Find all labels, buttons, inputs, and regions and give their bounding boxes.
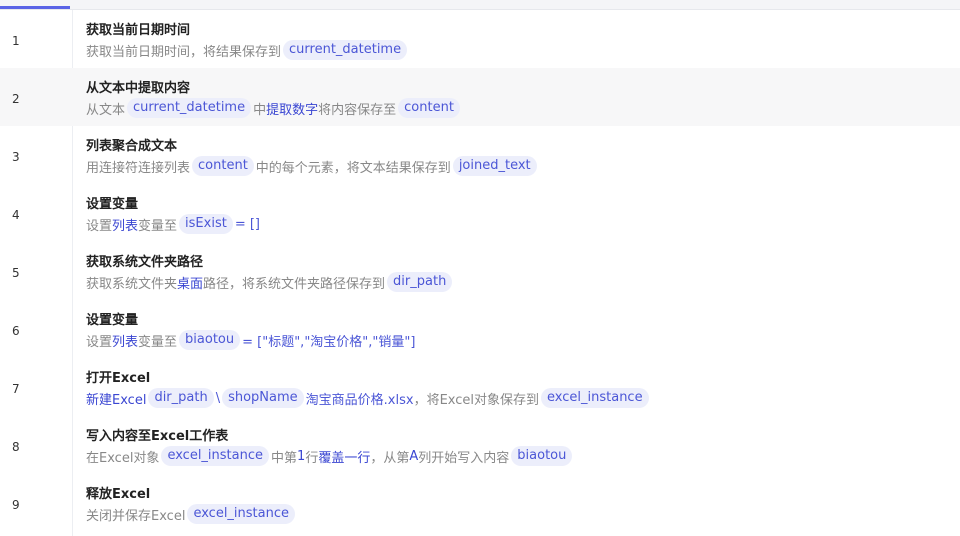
- step-title: 设置变量: [86, 197, 139, 212]
- description-text: ，从第: [370, 450, 410, 466]
- step-title: 获取系统文件夹路径: [86, 255, 204, 270]
- step-number: 6: [12, 324, 20, 338]
- top-bar: [0, 0, 960, 10]
- variable-chip[interactable]: content: [192, 156, 254, 176]
- description-text: 关闭并保存Excel: [86, 508, 186, 524]
- step-title: 列表聚合成文本: [86, 139, 178, 154]
- description-text: 变量至: [138, 218, 178, 234]
- parameter-link[interactable]: 1: [297, 449, 305, 464]
- description-text: 从文本: [86, 102, 126, 118]
- parameter-link[interactable]: 列表: [112, 215, 138, 234]
- description-text: 设置: [86, 334, 113, 350]
- literal-value: 淘宝商品价格.xlsx: [305, 392, 414, 408]
- step-description: 设置 列表 变量至 biaotou = ["标题","淘宝价格","销量"]: [86, 330, 415, 350]
- variable-chip[interactable]: excel_instance: [187, 504, 296, 524]
- variable-chip[interactable]: isExist: [179, 214, 233, 234]
- variable-chip[interactable]: dir_path: [148, 388, 214, 408]
- parameter-link[interactable]: 新建Excel: [86, 389, 146, 408]
- step-title: 写入内容至Excel工作表: [86, 429, 229, 444]
- step-title: 打开Excel: [86, 371, 151, 386]
- step-number: 5: [12, 266, 20, 280]
- description-text: 变量至: [138, 334, 178, 350]
- description-text: ，将Excel对象保存到: [413, 392, 540, 408]
- flow-step[interactable]: 1 获取当前日期时间获取当前日期时间，将结果保存到 current_datetime: [0, 10, 960, 68]
- step-number: 4: [12, 208, 20, 222]
- variable-chip[interactable]: excel_instance: [541, 388, 649, 408]
- step-description: 获取系统文件夹 桌面 路径，将系统文件夹路径保存到 dir_path: [86, 272, 454, 292]
- flow-step[interactable]: 7 打开Excel 新建Excel dir_path \ shopName 淘宝商品价格.x…: [0, 358, 960, 416]
- step-description: 从文本 current_datetime 中提取数字 将内容保存至 content: [86, 98, 462, 118]
- variable-chip[interactable]: excel_instance: [161, 446, 270, 466]
- flow-step[interactable]: 6 设置变量设置 列表 变量至 biaotou = ["标题","淘宝价格","销量"]: [0, 300, 960, 358]
- flow-step[interactable]: 9 释放Excel 关闭并保存Excel excel_instance: [0, 474, 960, 532]
- step-number: 8: [12, 440, 20, 454]
- literal-value: = ["标题","淘宝价格","销量"]: [242, 334, 416, 350]
- step-number: 7: [12, 382, 20, 396]
- description-text: 中的每个元素，将文本结果保存到: [255, 160, 451, 176]
- flow-step[interactable]: 4 设置变量设置 列表 变量至 isExist = []: [0, 184, 960, 242]
- step-description: 获取当前日期时间，将结果保存到 current_datetime: [86, 40, 409, 60]
- variable-chip[interactable]: content: [398, 98, 460, 118]
- step-description: 用连接符连接列表 content 中的每个元素，将文本结果保存到 joined_tex…: [86, 156, 539, 176]
- description-text: 用连接符连接列表: [86, 160, 191, 176]
- parameter-link[interactable]: 覆盖一行: [318, 447, 370, 466]
- step-number: 1: [12, 34, 20, 48]
- literal-value: \: [215, 390, 221, 406]
- description-text: 中: [253, 102, 267, 118]
- description-text: 行: [305, 450, 319, 466]
- step-title: 设置变量: [86, 313, 139, 328]
- description-text: 中第: [271, 450, 298, 466]
- variable-chip[interactable]: biaotou: [179, 330, 241, 350]
- step-title: 从文本中提取内容: [86, 81, 191, 96]
- step-description: 设置 列表 变量至 isExist = []: [86, 214, 260, 234]
- flow-step[interactable]: 2 从文本中提取内容 从文本 current_datetime 中提取数字 将内容保存至 c…: [0, 68, 960, 126]
- step-description: 关闭并保存Excel excel_instance: [86, 504, 297, 524]
- description-text: 路径，将系统文件夹路径保存到: [203, 276, 386, 292]
- description-text: 将内容保存至: [318, 102, 397, 118]
- parameter-link[interactable]: 提取数字: [266, 99, 318, 118]
- description-text: 设置: [86, 218, 113, 234]
- active-tab-indicator: [0, 6, 70, 9]
- step-title: 获取当前日期时间: [86, 23, 191, 38]
- parameter-link[interactable]: 桌面: [177, 273, 203, 292]
- flow-step[interactable]: 5 获取系统文件夹路径 获取系统文件夹 桌面 路径，将系统文件夹路径保存到 dir_pat…: [0, 242, 960, 300]
- variable-chip[interactable]: shopName: [222, 388, 304, 408]
- step-title: 释放Excel: [86, 487, 151, 502]
- flow-step[interactable]: 3 列表聚合成文本 用连接符连接列表 content 中的每个元素，将文本结果保存到 jo…: [0, 126, 960, 184]
- description-text: 在Excel对象: [86, 450, 160, 466]
- flow-step[interactable]: 8 写入内容至Excel工作表 在Excel对象 excel_instance 中第 1 行…: [0, 416, 960, 474]
- description-text: 获取系统文件夹: [86, 276, 178, 292]
- flow-step-list: 1 获取当前日期时间 获取当前日期时间，将结果保存到 current_datetime…: [0, 10, 960, 532]
- variable-chip[interactable]: dir_path: [387, 272, 453, 292]
- step-number: 3: [12, 150, 20, 164]
- parameter-link[interactable]: A: [409, 449, 418, 464]
- step-description: 在Excel对象 excel_instance 中第 1 行覆盖一行 ，从第 A 列开始写入内…: [86, 446, 574, 466]
- variable-chip[interactable]: current_datetime: [283, 40, 408, 60]
- variable-chip[interactable]: biaotou: [511, 446, 573, 466]
- literal-value: = []: [234, 216, 260, 232]
- step-description: 新建Excel dir_path \ shopName 淘宝商品价格.xlsx ，将Exc…: [86, 388, 651, 408]
- step-number: 2: [12, 92, 20, 106]
- step-number: 9: [12, 498, 20, 512]
- parameter-link[interactable]: 列表: [112, 331, 138, 350]
- description-text: 获取当前日期时间，将结果保存到: [86, 44, 282, 60]
- variable-chip[interactable]: joined_text: [452, 156, 537, 176]
- variable-chip[interactable]: current_datetime: [127, 98, 252, 118]
- description-text: 列开始写入内容: [418, 450, 510, 466]
